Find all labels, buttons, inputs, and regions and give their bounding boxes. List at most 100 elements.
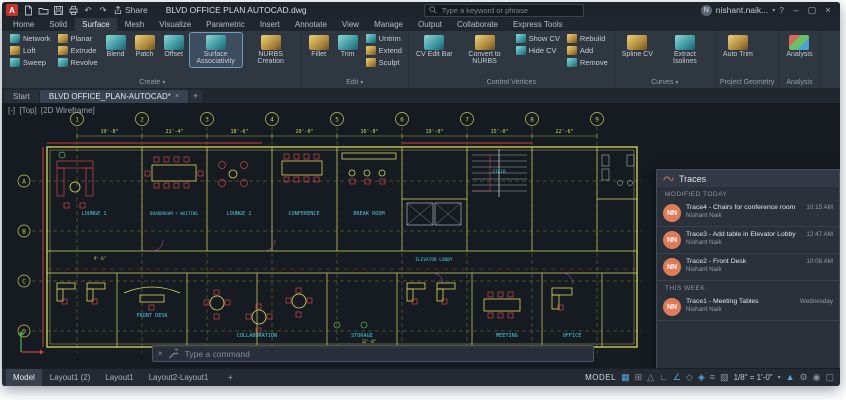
snap-icon[interactable]: ⊞ — [635, 369, 643, 386]
close-button[interactable]: × — [820, 5, 836, 15]
ribbon-tab-insert[interactable]: Insert — [253, 18, 287, 31]
panel-label-project-geometry[interactable]: Project Geometry — [720, 78, 774, 88]
layout-tab-layout2-layout1[interactable]: Layout2-Layout1 — [142, 369, 216, 386]
trace-list-item[interactable]: NN Trace3 - Add table in Elevator Lobby1… — [657, 227, 839, 254]
view-control[interactable]: [Top] — [19, 106, 36, 115]
nurbs-creation-button[interactable]: NURBS Creation — [245, 33, 297, 67]
ribbon-tab-surface[interactable]: Surface — [75, 18, 117, 31]
new-drawing-tab-button[interactable]: + — [189, 90, 202, 103]
convert-to-nurbs-button[interactable]: Convert to NURBS — [459, 33, 511, 67]
help-icon[interactable]: ? — [779, 5, 784, 15]
panel-label-control-vertices[interactable]: Control Vertices — [413, 78, 610, 88]
infer-icon[interactable]: △ — [647, 369, 654, 386]
autocad-logo[interactable]: A — [6, 4, 18, 16]
trace-list-item[interactable]: NN Trace4 - Chairs for conference room10… — [657, 200, 839, 227]
ribbon-tab-collaborate[interactable]: Collaborate — [450, 18, 505, 31]
ribbon-tab-manage[interactable]: Manage — [367, 18, 410, 31]
analysis-button[interactable]: Analysis — [783, 33, 815, 59]
grid-icon[interactable]: ▦ — [621, 369, 630, 386]
layout-tab-model[interactable]: Model — [6, 369, 42, 386]
model-space-label[interactable]: MODEL — [585, 373, 616, 382]
cv-edit-bar-button[interactable]: CV Edit Bar — [413, 33, 456, 59]
extrude-button[interactable]: Extrude — [56, 45, 100, 56]
search-input[interactable] — [440, 5, 579, 16]
fillet-button[interactable]: Fillet — [306, 33, 332, 59]
auto-trim-button[interactable]: Auto Trim — [720, 33, 756, 59]
ribbon-tab-solid[interactable]: Solid — [42, 18, 74, 31]
lineweight-icon[interactable]: ≡ — [710, 369, 715, 386]
ribbon-tab-annotate[interactable]: Annotate — [288, 18, 334, 31]
layout-tab-layout1[interactable]: Layout1 — [98, 369, 140, 386]
transparency-icon[interactable]: ▨ — [720, 369, 729, 386]
ribbon-tab-mesh[interactable]: Mesh — [118, 18, 152, 31]
remove-button[interactable]: Remove — [565, 57, 610, 68]
ribbon-tab-view[interactable]: View — [335, 18, 366, 31]
new-layout-button[interactable]: + — [216, 369, 244, 386]
patch-button[interactable]: Patch — [132, 33, 158, 59]
share-button[interactable]: Share — [113, 5, 148, 15]
layout-tab-layout1-2[interactable]: Layout1 (2) — [43, 369, 97, 386]
trace-list-item[interactable]: NN Trace2 - Front Desk10:08 AM Nishant N… — [657, 254, 839, 281]
viewport-menu-control[interactable]: [-] — [8, 106, 15, 115]
ribbon-tab-express-tools[interactable]: Express Tools — [506, 18, 570, 31]
open-button[interactable] — [37, 4, 49, 16]
ortho-icon[interactable]: ∟ — [659, 369, 668, 386]
loft-button[interactable]: Loft — [8, 45, 53, 56]
file-tab-start[interactable]: Start — [4, 90, 39, 103]
annotation-icon[interactable]: ▲ — [786, 369, 795, 386]
show-cv-button[interactable]: Show CV — [514, 33, 562, 44]
extract-isolines-button[interactable]: Extract Isolines — [659, 33, 711, 67]
polar-icon[interactable]: ∠ — [673, 369, 681, 386]
close-tab-icon[interactable]: × — [175, 90, 179, 103]
drawing-canvas[interactable]: [-] [Top] [2D Wireframe] — [2, 103, 840, 368]
annotation-monitor-icon[interactable]: ◉ — [813, 369, 821, 386]
ribbon-tab-parametric[interactable]: Parametric — [199, 18, 252, 31]
rebuild-button[interactable]: Rebuild — [565, 33, 610, 44]
scale-caret-icon[interactable]: ▾ — [778, 374, 781, 381]
plot-button[interactable] — [67, 4, 79, 16]
undo-button[interactable]: ↶ — [82, 4, 94, 16]
untrim-button[interactable]: Untrim — [364, 33, 404, 44]
panel-label-create[interactable]: Create▾ — [8, 78, 297, 88]
osnap-icon[interactable]: ◈ — [698, 369, 705, 386]
hide-cv-button[interactable]: Hide CV — [514, 45, 562, 56]
clean-screen-icon[interactable]: ▢ — [825, 369, 834, 386]
panel-label-analysis[interactable]: Analysis — [783, 78, 815, 88]
save-button[interactable] — [52, 4, 64, 16]
new-file-button[interactable] — [22, 4, 34, 16]
sweep-button[interactable]: Sweep — [8, 57, 53, 68]
panel-label-curves[interactable]: Curves▾ — [619, 78, 711, 88]
user-name[interactable]: nishant.naik... — [716, 5, 768, 15]
minimize-button[interactable]: – — [788, 5, 804, 15]
offset-button[interactable]: Offset — [161, 33, 187, 59]
ribbon-tab-home[interactable]: Home — [6, 18, 41, 31]
traces-palette: Traces MODIFIED TODAY NN Trace4 - Chairs… — [656, 169, 840, 368]
blend-button[interactable]: Blend — [103, 33, 129, 59]
command-input[interactable] — [183, 348, 588, 360]
trace-list-item[interactable]: NN Trace1 - Meeting TablesWednesday Nish… — [657, 294, 839, 321]
command-line[interactable]: × — [152, 345, 594, 362]
workspace-gear-icon[interactable]: ⚙ — [800, 369, 808, 386]
add-button[interactable]: Add — [565, 45, 610, 56]
user-avatar[interactable]: N — [701, 5, 712, 16]
file-tab-document[interactable]: BLVD OFFICE_PLAN-AUTOCAD*× — [40, 90, 188, 103]
traces-header[interactable]: Traces — [657, 170, 839, 187]
planar-button[interactable]: Planar — [56, 33, 100, 44]
panel-label-edit[interactable]: Edit▾ — [306, 78, 404, 88]
trim-button[interactable]: Trim — [335, 33, 361, 59]
search-box[interactable] — [424, 4, 584, 17]
extend-button[interactable]: Extend — [364, 45, 404, 56]
visual-style-control[interactable]: [2D Wireframe] — [41, 106, 95, 115]
surface-associativity-button[interactable]: Surface Associativity — [190, 33, 242, 67]
annotation-scale[interactable]: 1/8" = 1'-0" — [734, 373, 773, 382]
close-command-icon[interactable]: × — [158, 349, 163, 358]
restore-button[interactable]: ▢ — [804, 5, 820, 16]
spline-cv-button[interactable]: Spline CV — [619, 33, 656, 59]
isodraft-icon[interactable]: ◇ — [686, 369, 693, 386]
ribbon-tab-visualize[interactable]: Visualize — [152, 18, 198, 31]
redo-button[interactable]: ↷ — [97, 4, 109, 16]
network-button[interactable]: Network — [8, 33, 53, 44]
sculpt-button[interactable]: Sculpt — [364, 57, 404, 68]
revolve-button[interactable]: Revolve — [56, 57, 100, 68]
ribbon-tab-output[interactable]: Output — [411, 18, 449, 31]
